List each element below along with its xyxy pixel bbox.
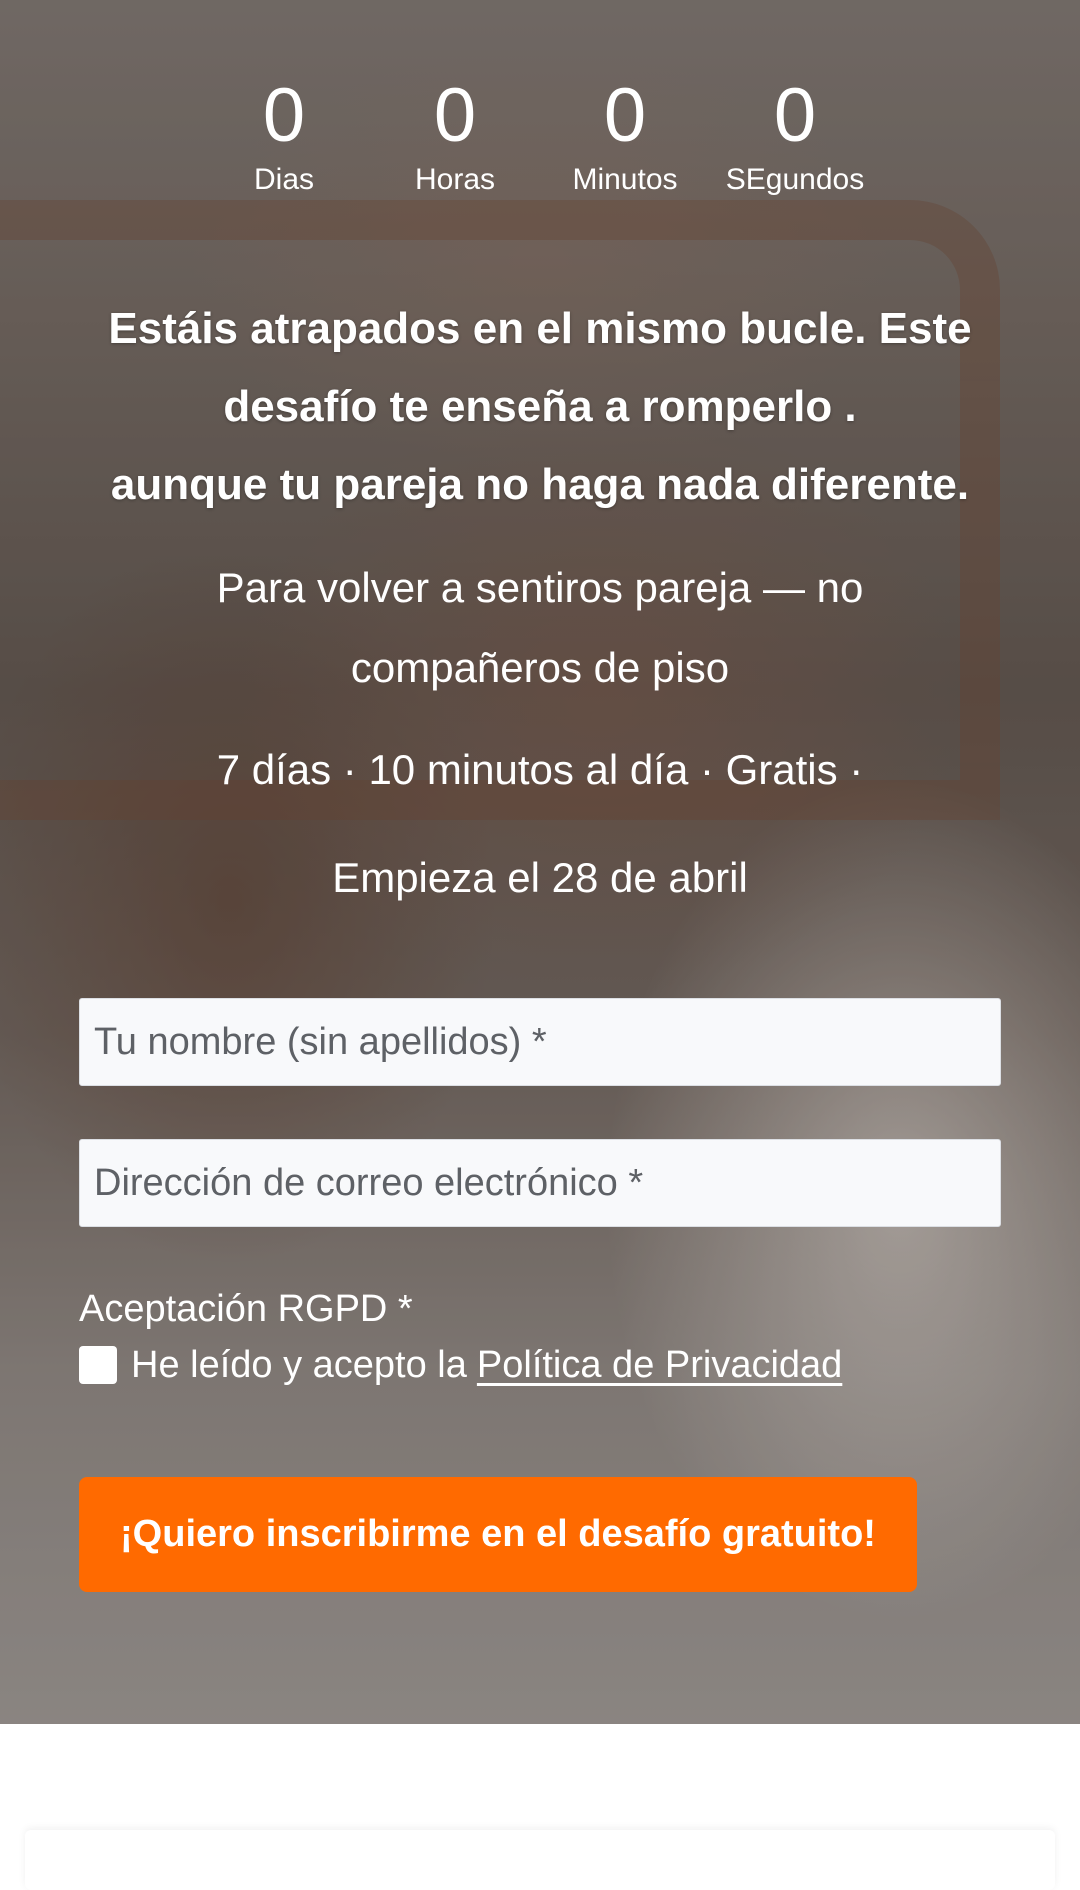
hero-content: 0 Dias 0 Horas 0 Minutos 0 SEgundos Está…	[0, 0, 1080, 1724]
headline-line-2: desafío te enseña a romperlo .	[223, 382, 857, 431]
email-input[interactable]	[79, 1139, 1001, 1227]
submit-button[interactable]: ¡Quiero inscribirme en el desafío gratui…	[79, 1477, 917, 1592]
consent-row: He leído y acepto la Política de Privaci…	[79, 1340, 842, 1390]
countdown-days-label: Dias	[253, 163, 314, 196]
countdown-hours-label: Horas	[414, 163, 496, 196]
challenge-details: 7 días · 10 minutos al día · Gratis ·	[216, 746, 864, 793]
subheadline: Para volver a sentiros pareja — no compa…	[120, 548, 960, 708]
subheadline-line-1: Para volver a sentiros pareja — no	[216, 564, 864, 611]
consent-text: He leído y acepto la	[131, 1344, 467, 1386]
countdown-seconds-value: 0	[773, 73, 817, 158]
page-headline: Estáis atrapados en el mismo bucle. Este…	[40, 290, 1040, 524]
countdown-hours-value: 0	[433, 73, 477, 158]
countdown-minutes-label: Minutos	[572, 163, 678, 196]
countdown-timer: 0 Dias 0 Horas 0 Minutos 0 SEgundos	[0, 70, 1080, 200]
consent-checkbox[interactable]	[79, 1346, 117, 1384]
countdown-seconds: 0 SEgundos	[710, 70, 880, 198]
countdown-minutes-value: 0	[603, 73, 647, 158]
headline-line-1: Estáis atrapados en el mismo bucle. Este	[108, 304, 972, 353]
rgpd-label: Aceptación RGPD *	[79, 1288, 413, 1330]
countdown-minutes: 0 Minutos	[540, 70, 710, 198]
countdown-seconds-label: SEgundos	[725, 163, 865, 196]
countdown-days: 0 Dias	[199, 70, 369, 198]
privacy-policy-link[interactable]: Política de Privacidad	[477, 1340, 842, 1390]
headline-line-3: aunque tu pareja no haga nada diferente.	[110, 460, 970, 509]
countdown-hours: 0 Horas	[370, 70, 540, 198]
subheadline-line-2: compañeros de piso	[350, 644, 730, 691]
next-section-card	[25, 1830, 1055, 1890]
countdown-days-value: 0	[262, 73, 306, 158]
name-input[interactable]	[79, 998, 1001, 1086]
start-date: Empieza el 28 de abril	[332, 854, 748, 901]
